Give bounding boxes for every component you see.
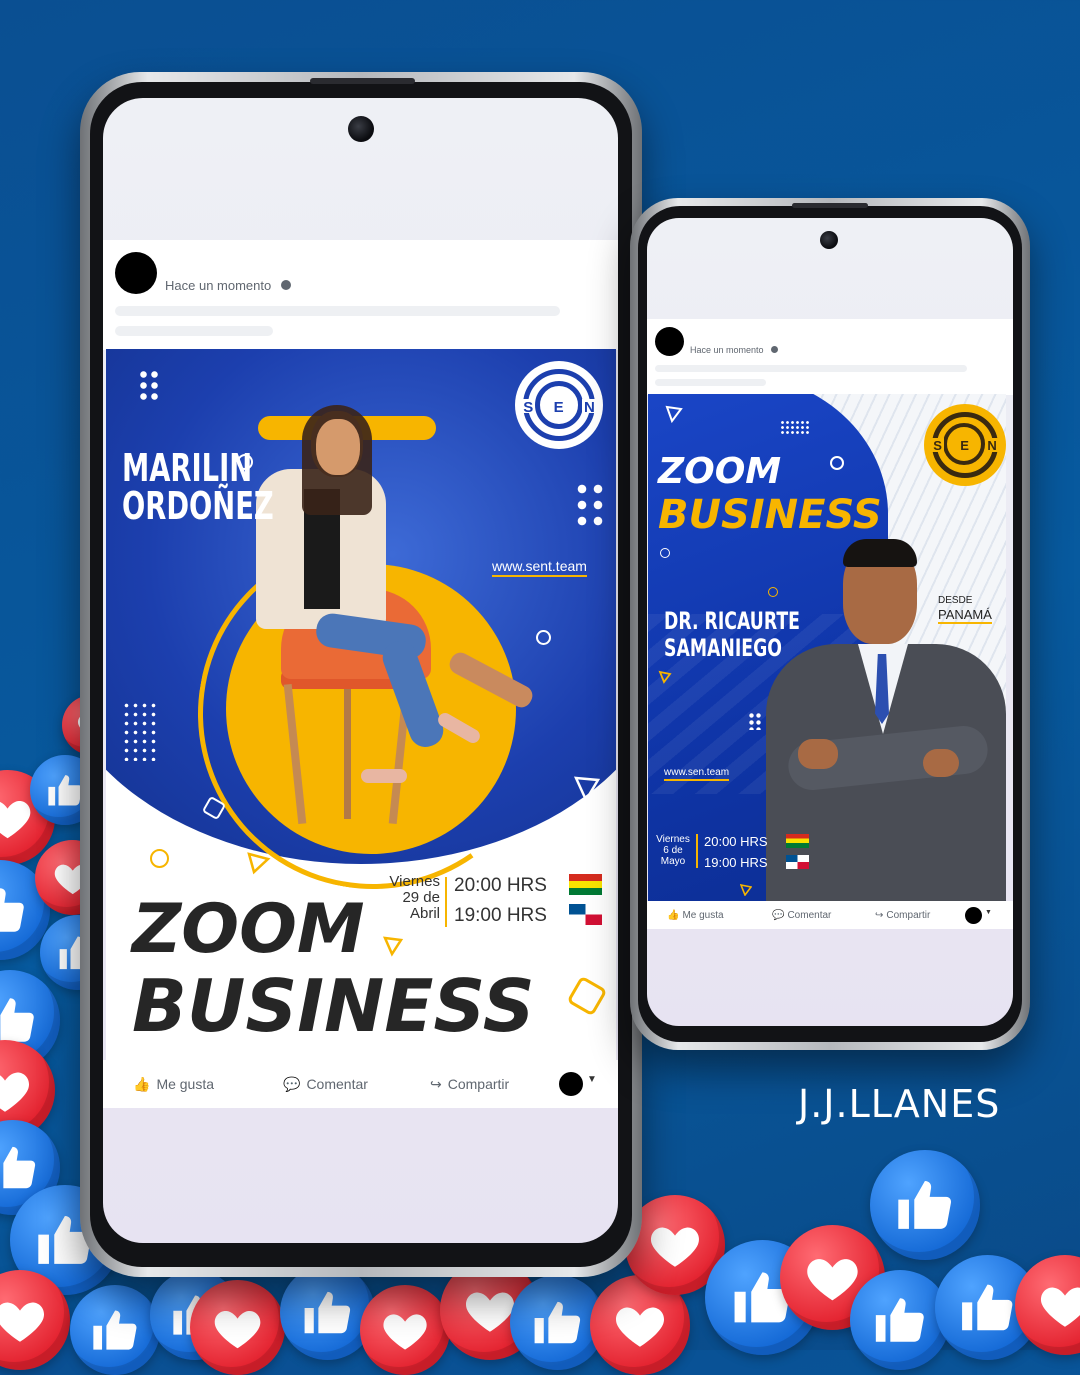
ring-icon [237,454,253,470]
front-camera [348,116,374,142]
globe-icon [771,346,778,353]
post-header: Hace un momento [103,240,618,350]
share-icon: ↪ [875,909,884,921]
event-date: Viernes 6 de Mayo [656,834,690,867]
dot-grid-icon [748,712,762,730]
triangle-icon [740,884,752,896]
sen-logo: S E N [924,404,1006,486]
triangle-icon [573,776,601,803]
post-actions: 👍 Me gusta 💬 Comentar ↪ Compartir ▼ [103,1060,618,1108]
front-camera [820,231,838,249]
triangle-icon [658,670,672,684]
avatar[interactable] [655,327,684,356]
love-reaction-icon [190,1280,285,1375]
comment-button[interactable]: 💬 Comentar [283,1076,368,1093]
phone-left: Hace un momento MARILIN ORDOÑEZ S E N ww… [80,72,642,1277]
reaction-avatar[interactable] [965,907,982,924]
like-button[interactable]: 👍 Me gusta [667,910,724,921]
hexagon-icon [566,975,608,1017]
bolivia-flag-icon [786,834,809,848]
like-reaction-icon [870,1150,980,1260]
dot-grid-icon [780,420,810,436]
ring-icon [536,630,551,645]
phone-screen: Hace un momento ZOOM BUSINESS DR. RICAUR… [647,218,1013,1026]
dot-grid-icon [122,701,158,761]
dot-grid-icon [574,481,606,527]
like-reaction-icon [70,1285,160,1375]
chevron-down-icon[interactable]: ▼ [587,1074,597,1085]
speaker-name: DR. RICAURTE SAMANIEGO [664,607,800,662]
location-label: DESDE PANAMÁ [938,595,992,624]
speaker-slot [792,203,868,208]
brand-signature: J.J.LLANES [798,1082,1001,1126]
sen-logo: S E N [515,361,603,449]
phone-screen: Hace un momento MARILIN ORDOÑEZ S E N ww… [103,98,618,1243]
like-button[interactable]: 👍 Me gusta [133,1076,214,1093]
speaker-slot [310,78,415,84]
ring-icon [768,587,778,597]
panama-flag-icon [786,855,809,869]
event-title: ZOOM BUSINESS [658,451,882,539]
comment-icon: 💬 [772,909,785,921]
like-reaction-icon [850,1270,950,1370]
caption-placeholder [655,365,967,372]
post-time: Hace un momento [165,278,272,293]
triangle-icon [665,405,683,424]
reaction-avatar[interactable] [559,1072,583,1096]
dot-grid-icon [138,369,160,401]
flyer-post[interactable]: ZOOM BUSINESS DR. RICAURTE SAMANIEGO www… [648,394,1006,901]
bolivia-flag-icon [569,874,602,895]
thumbs-up-icon: 👍 [667,909,680,921]
like-reaction-icon [280,1265,375,1360]
event-times: 20:00 HRS 19:00 HRS [704,834,768,870]
post-actions: 👍 Me gusta 💬 Comentar ↪ Compartir ▼ [647,901,1013,929]
thumbs-up-icon: 👍 [133,1075,151,1092]
globe-icon [281,280,291,290]
share-button[interactable]: ↪ Compartir [430,1076,509,1093]
comment-button[interactable]: 💬 Comentar [772,910,831,921]
caption-placeholder [655,379,766,386]
post-header: Hace un momento [647,319,1013,395]
website-link[interactable]: www.sent.team [492,558,587,577]
ring-icon [150,849,169,868]
share-icon: ↪ [430,1075,442,1092]
triangle-icon [247,852,271,875]
flyer-post[interactable]: MARILIN ORDOÑEZ S E N www.sent.team Vier… [106,349,616,1060]
phone-right: Hace un momento ZOOM BUSINESS DR. RICAUR… [630,198,1030,1050]
share-button[interactable]: ↪ Compartir [875,910,930,921]
website-link[interactable]: www.sen.team [664,767,730,781]
panama-flag-icon [569,904,602,925]
comment-icon: 💬 [283,1075,301,1092]
avatar[interactable] [115,252,157,294]
date-divider [696,834,698,868]
ring-icon [660,548,670,558]
love-reaction-icon [360,1285,450,1375]
chevron-down-icon[interactable]: ▼ [985,909,992,916]
caption-placeholder [115,326,273,336]
event-title: ZOOM BUSINESS [132,890,535,1048]
post-time: Hace un momento [690,345,764,355]
caption-placeholder [115,306,560,316]
